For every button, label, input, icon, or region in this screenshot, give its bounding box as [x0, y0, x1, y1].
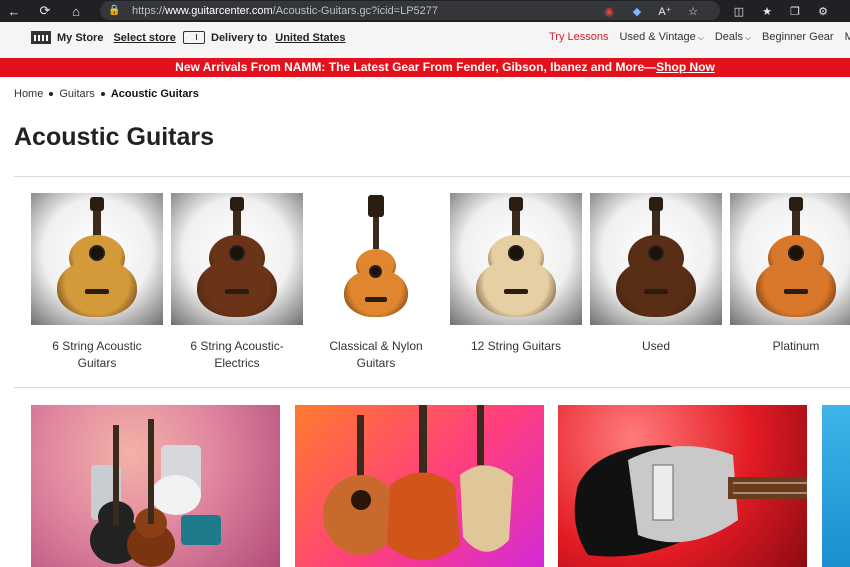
- my-store[interactable]: My Store Select store: [31, 31, 176, 44]
- browser-toolbar: ← ⟳ ⌂ 🔒 https://www.guitarcenter.com/Aco…: [0, 0, 850, 22]
- category-image: [171, 193, 303, 325]
- more-link[interactable]: M: [845, 31, 850, 43]
- divider: [14, 176, 850, 177]
- category-label: Platinum: [772, 339, 820, 353]
- breadcrumb-guitars[interactable]: Guitars: [59, 88, 94, 100]
- category-tile[interactable]: Used: [590, 193, 722, 355]
- feature-banner-new-guitars[interactable]: [295, 405, 544, 567]
- extensions-icon[interactable]: ⚙: [814, 2, 832, 20]
- favorite-star-icon[interactable]: ☆: [684, 2, 702, 20]
- category-label: 6 String Acoustic-Electrics: [190, 339, 284, 370]
- collections-icon[interactable]: ❐: [786, 2, 804, 20]
- category-tile[interactable]: Classical & Nylon Guitars: [310, 193, 442, 372]
- promo-banner: New Arrivals From NAMM: The Latest Gear …: [0, 58, 850, 77]
- category-image: [590, 193, 722, 325]
- delivery-location[interactable]: Delivery to United States: [183, 31, 346, 44]
- breadcrumb-home[interactable]: Home: [14, 88, 43, 100]
- category-image: [730, 193, 850, 325]
- store-icon: [31, 31, 51, 44]
- used-vintage-menu[interactable]: Used & Vintage ⌵: [620, 31, 704, 43]
- feature-banner-guitars-drums[interactable]: [31, 405, 280, 567]
- breadcrumb-separator: [49, 92, 54, 96]
- category-label: 12 String Guitars: [470, 339, 562, 353]
- category-image: [450, 193, 582, 325]
- utility-bar: My Store Select store Delivery to United…: [0, 22, 850, 58]
- coupon-tag-icon[interactable]: ◆: [628, 2, 646, 20]
- category-tile[interactable]: 6 String Acoustic Guitars: [31, 193, 163, 372]
- breadcrumb: Home Guitars Acoustic Guitars: [14, 88, 199, 100]
- beginner-gear-link[interactable]: Beginner Gear: [762, 31, 834, 43]
- category-tile[interactable]: 6 String Acoustic-Electrics: [171, 193, 303, 372]
- breadcrumb-separator: [100, 92, 105, 96]
- deals-label: Deals: [714, 31, 743, 43]
- deals-menu[interactable]: Deals ⌵: [715, 31, 751, 43]
- tracking-prevention-icon[interactable]: ◉: [600, 2, 618, 20]
- page-title: Acoustic Guitars: [14, 123, 215, 151]
- category-image: [31, 193, 163, 325]
- category-image: [310, 193, 442, 325]
- delivery-label: Delivery to: [211, 31, 268, 44]
- url-path: /Acoustic-Guitars.gc?icid=LP5277: [272, 4, 439, 17]
- used-vintage-label: Used & Vintage: [619, 31, 696, 43]
- category-tile[interactable]: Platinum: [730, 193, 850, 355]
- category-tile[interactable]: 12 String Guitars: [450, 193, 582, 355]
- feature-banner-electric-guitar[interactable]: [558, 405, 807, 567]
- try-lessons-link[interactable]: Try Lessons: [549, 31, 609, 43]
- delivery-country-link[interactable]: United States: [275, 32, 345, 44]
- home-icon[interactable]: ⌂: [65, 0, 87, 22]
- breadcrumb-current: Acoustic Guitars: [110, 88, 199, 100]
- reload-icon[interactable]: ⟳: [34, 0, 56, 22]
- select-store-link[interactable]: Select store: [113, 32, 175, 44]
- lock-icon: 🔒: [108, 5, 121, 16]
- chevron-down-icon: ⌵: [697, 33, 704, 42]
- promo-text: New Arrivals From NAMM: The Latest Gear …: [175, 60, 657, 74]
- my-store-label: My Store: [57, 31, 104, 44]
- url-prefix: https://: [132, 4, 166, 17]
- back-arrow-icon[interactable]: ←: [3, 0, 25, 22]
- promo-shop-now-link[interactable]: Shop Now: [656, 60, 715, 74]
- url-host: www.guitarcenter.com: [165, 4, 273, 17]
- divider: [14, 387, 850, 388]
- feature-banner-partial[interactable]: [822, 405, 850, 567]
- category-label: Classical & Nylon Guitars: [329, 339, 423, 370]
- favorites-list-icon[interactable]: ★: [758, 2, 776, 20]
- split-screen-icon[interactable]: ◫: [730, 2, 748, 20]
- read-aloud-icon[interactable]: A⁺: [656, 2, 674, 20]
- chevron-down-icon: ⌵: [744, 33, 752, 42]
- category-label: Used: [641, 339, 670, 353]
- category-label: 6 String Acoustic Guitars: [52, 339, 142, 370]
- truck-icon: [183, 31, 205, 44]
